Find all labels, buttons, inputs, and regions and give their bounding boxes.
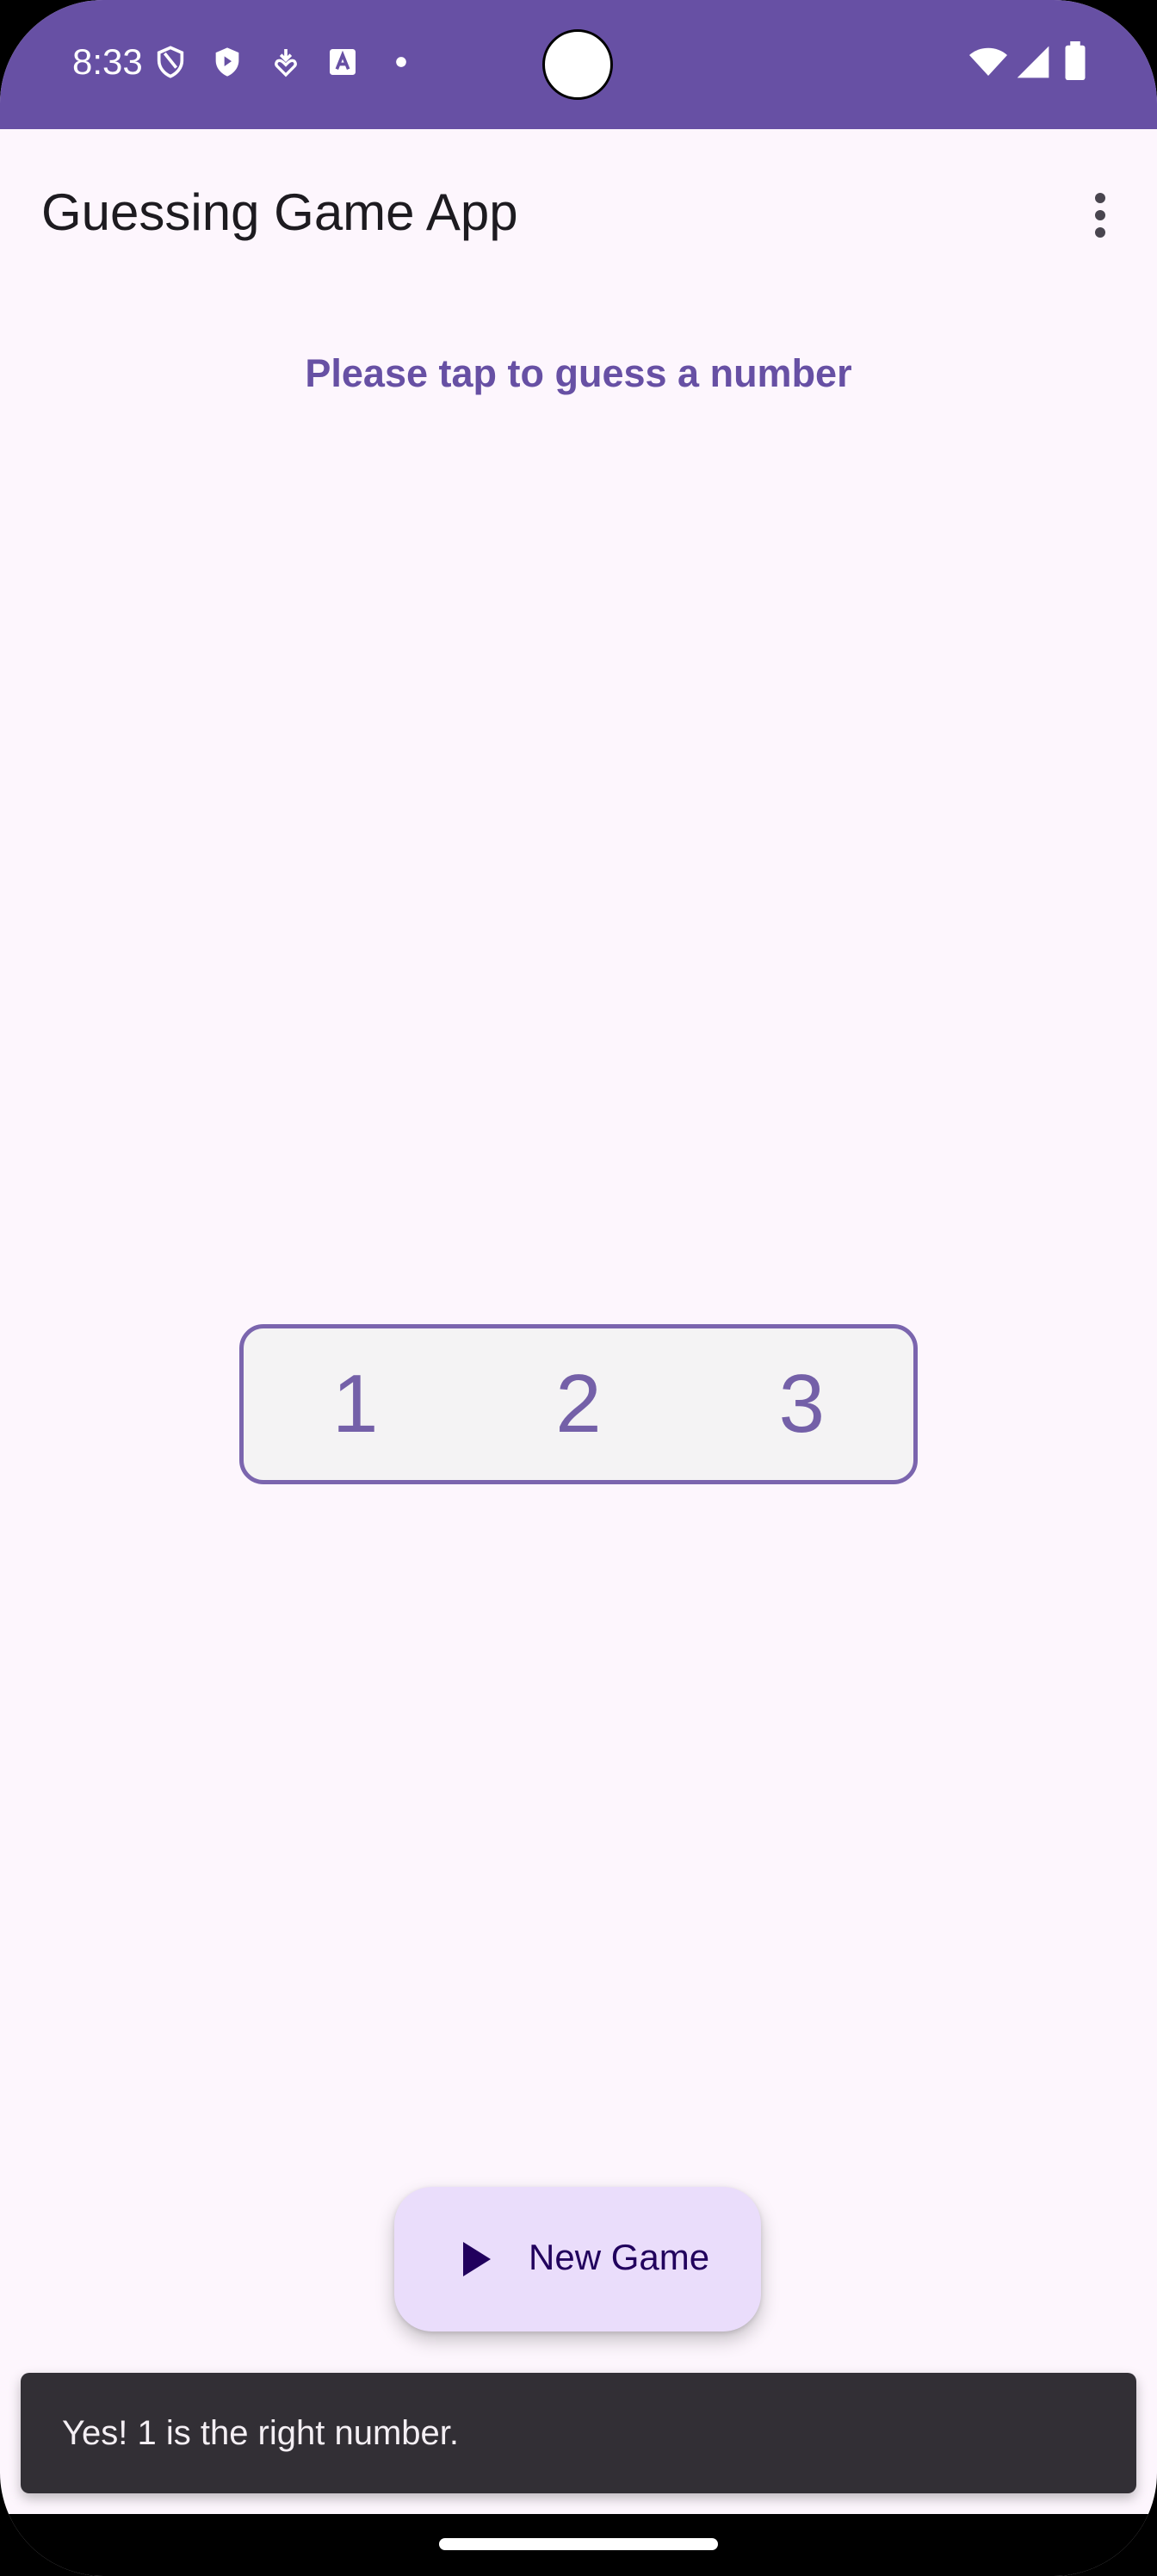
snackbar-message: Yes! 1 is the right number. xyxy=(62,2414,460,2452)
heart-download-icon xyxy=(275,49,297,77)
dot-icon xyxy=(396,57,406,67)
number-option-3[interactable]: 3 xyxy=(690,1357,913,1452)
new-game-label: New Game xyxy=(529,2237,710,2277)
status-time: 8:33 xyxy=(72,41,143,82)
status-bar: 8:33 xyxy=(0,0,1157,129)
cell-signal-icon xyxy=(1017,46,1049,78)
overflow-menu-button[interactable] xyxy=(1066,181,1135,250)
phone-screen: 8:33 Guessing Game App Please tap to gue… xyxy=(0,0,1157,2576)
font-a-icon xyxy=(330,49,356,75)
gesture-handle[interactable] xyxy=(439,2538,718,2550)
shield-filled-icon xyxy=(215,47,239,77)
battery-icon xyxy=(1065,41,1086,81)
play-icon xyxy=(463,2242,491,2276)
new-game-button[interactable]: New Game xyxy=(394,2187,761,2331)
guess-prompt: Please tap to guess a number xyxy=(305,351,852,395)
snackbar: Yes! 1 is the right number. xyxy=(21,2373,1136,2493)
shield-outline-icon xyxy=(157,46,184,78)
number-choice-group: 1 2 3 xyxy=(239,1324,918,1484)
number-option-1[interactable]: 1 xyxy=(244,1357,467,1452)
more-vert-icon xyxy=(1095,193,1105,238)
number-option-2[interactable]: 2 xyxy=(467,1357,690,1452)
app-title: Guessing Game App xyxy=(41,183,518,241)
wifi-icon xyxy=(969,47,1007,76)
camera-cutout xyxy=(542,29,613,100)
